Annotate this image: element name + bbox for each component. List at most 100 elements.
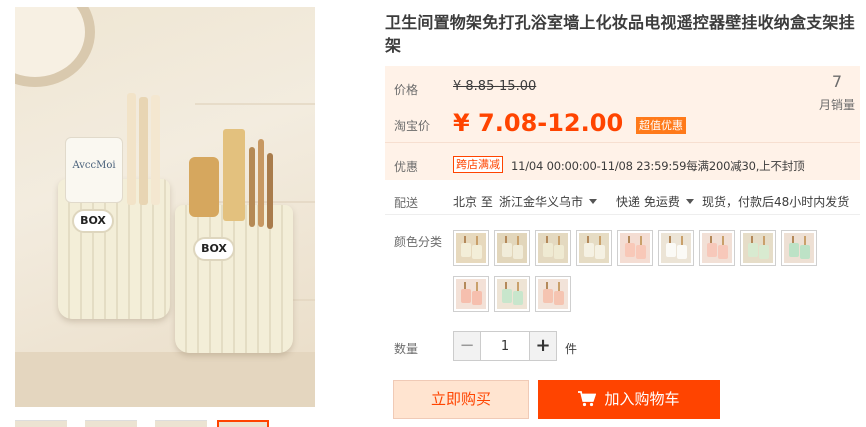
color-swatch-image xyxy=(538,233,568,263)
shipping-method: 快递 免运费 xyxy=(616,195,680,209)
swatch-brush-shape xyxy=(517,282,519,291)
swatch-holder-shape xyxy=(748,243,758,257)
color-swatch-image xyxy=(620,233,650,263)
image-serum-bottle xyxy=(223,129,245,221)
image-perfume-bottle xyxy=(189,157,219,217)
swatch-holder-shape xyxy=(472,291,482,305)
image-toothbrush xyxy=(151,95,160,205)
color-swatch[interactable] xyxy=(617,230,653,266)
image-holder-right: BOX xyxy=(175,205,293,353)
swatch-holder-shape xyxy=(718,245,728,259)
swatch-holder-shape xyxy=(502,243,512,257)
swatch-holder-shape xyxy=(461,289,471,303)
swatch-brush-shape xyxy=(476,236,478,245)
color-swatch[interactable] xyxy=(658,230,694,266)
image-makeup-brush xyxy=(258,139,264,227)
image-mirror-decoration xyxy=(15,7,95,87)
swatch-holder-shape xyxy=(543,243,553,257)
color-swatch-image xyxy=(497,233,527,263)
swatch-brush-shape xyxy=(804,236,806,245)
shopping-cart-icon xyxy=(578,391,597,407)
delivery-destination: 浙江金华义乌市 xyxy=(499,195,584,209)
color-swatch-image xyxy=(579,233,609,263)
monthly-sales-count: 7 xyxy=(831,72,843,91)
color-swatch[interactable] xyxy=(494,230,530,266)
image-countertop xyxy=(15,352,315,407)
image-toothbrush xyxy=(127,93,136,205)
promo-description: 11/04 00:00:00-11/08 23:59:59每满200减30,上不… xyxy=(511,159,805,173)
original-price: ¥ 8.85-15.00 xyxy=(453,79,537,94)
swatch-holder-shape xyxy=(636,245,646,259)
color-swatch[interactable] xyxy=(453,230,489,266)
color-swatch[interactable] xyxy=(535,230,571,266)
color-swatch-image xyxy=(497,279,527,309)
thumbnail-strip xyxy=(15,420,315,427)
swatch-holder-shape xyxy=(513,291,523,305)
swatch-holder-shape xyxy=(759,245,769,259)
swatch-holder-shape xyxy=(625,243,635,257)
price-divider xyxy=(385,142,860,143)
thumbnail-active[interactable] xyxy=(217,420,269,427)
image-toothbrush xyxy=(139,97,148,205)
swatch-brush-shape xyxy=(681,236,683,245)
swatch-brush-shape xyxy=(517,236,519,245)
cross-store-discount-tag[interactable]: 跨店满减 xyxy=(453,156,503,173)
quantity-stepper: − + xyxy=(453,331,557,361)
color-swatch-image xyxy=(784,233,814,263)
delivery-destination-select[interactable]: 浙江金华义乌市 xyxy=(499,193,598,210)
color-swatch-image xyxy=(743,233,773,263)
price-label: 价格 xyxy=(394,83,419,97)
swatch-holder-shape xyxy=(543,289,553,303)
color-swatch[interactable] xyxy=(535,276,571,312)
swatch-holder-shape xyxy=(800,245,810,259)
color-swatch-image xyxy=(538,279,568,309)
swatch-holder-shape xyxy=(677,245,687,259)
shipping-method-select[interactable]: 快递 免运费 xyxy=(616,193,694,210)
swatch-holder-shape xyxy=(595,245,605,259)
color-swatch[interactable] xyxy=(699,230,735,266)
color-swatch[interactable] xyxy=(494,276,530,312)
add-to-cart-button[interactable]: 加入购物车 xyxy=(538,380,720,419)
swatch-holder-shape xyxy=(472,245,482,259)
delivery-row: 配送 北京 至 浙江金华义乌市 快递 免运费 现货，付款后48小时内发货 xyxy=(385,185,860,215)
swatch-holder-shape xyxy=(513,245,523,259)
swatch-holder-shape xyxy=(584,243,594,257)
color-swatch[interactable] xyxy=(453,276,489,312)
swatch-brush-shape xyxy=(640,236,642,245)
quantity-input[interactable] xyxy=(481,332,529,360)
swatch-brush-shape xyxy=(599,236,601,245)
swatch-brush-shape xyxy=(763,236,765,245)
swatch-brush-shape xyxy=(476,282,478,291)
color-options-label: 颜色分类 xyxy=(394,235,443,249)
swatch-brush-shape xyxy=(722,236,724,245)
color-swatch[interactable] xyxy=(576,230,612,266)
image-makeup-brush xyxy=(267,153,273,229)
color-swatch-image xyxy=(661,233,691,263)
swatch-holder-shape xyxy=(554,291,564,305)
quantity-increase-button[interactable]: + xyxy=(529,332,556,360)
swatch-holder-shape xyxy=(461,243,471,257)
taobao-price-label: 淘宝价 xyxy=(394,119,431,133)
buy-now-button[interactable]: 立即购买 xyxy=(393,380,529,419)
image-box-logo: BOX xyxy=(72,209,114,233)
swatch-holder-shape xyxy=(666,243,676,257)
color-swatch[interactable] xyxy=(781,230,817,266)
product-main-image[interactable]: BOX AvccMoi BOX xyxy=(15,7,315,407)
swatch-holder-shape xyxy=(707,243,717,257)
color-swatch-image xyxy=(702,233,732,263)
thumbnail[interactable] xyxy=(15,420,67,427)
color-swatch[interactable] xyxy=(740,230,776,266)
delivery-label: 配送 xyxy=(394,196,419,210)
swatch-holder-shape xyxy=(554,245,564,259)
thumbnail[interactable] xyxy=(155,420,207,427)
swatch-brush-shape xyxy=(558,236,560,245)
chevron-down-icon xyxy=(685,199,694,204)
delivery-origin: 北京 至 xyxy=(453,195,493,209)
quantity-label: 数量 xyxy=(394,342,419,356)
thumbnail[interactable] xyxy=(85,420,137,427)
color-swatch-image xyxy=(456,233,486,263)
quantity-decrease-button[interactable]: − xyxy=(454,332,481,360)
swatch-holder-shape xyxy=(502,289,512,303)
swatch-holder-shape xyxy=(789,243,799,257)
stock-status: 现货，付款后48小时内发货 xyxy=(702,195,850,209)
